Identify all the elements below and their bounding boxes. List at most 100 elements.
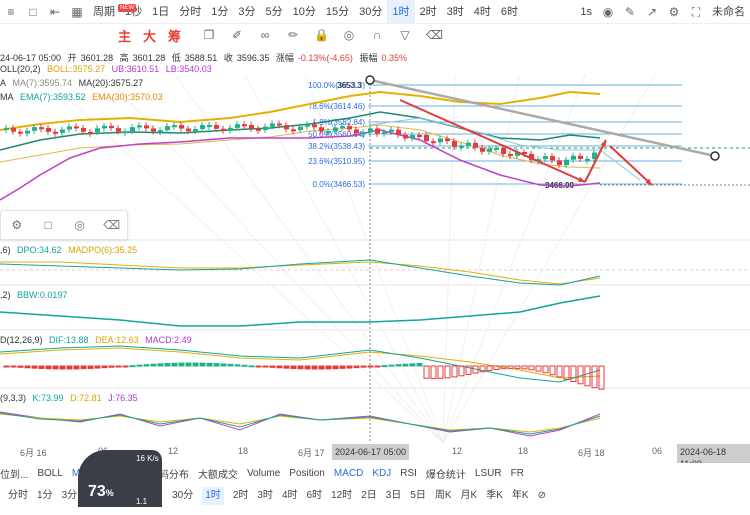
candle-body [32, 127, 37, 131]
period-bar-item[interactable]: 3分 [62, 487, 78, 505]
period-bar-item[interactable]: 1时 [202, 487, 224, 505]
da-label[interactable]: 大 [143, 26, 156, 45]
magnet-icon[interactable]: ∩ [370, 28, 384, 42]
period-item[interactable]: 10分 [288, 0, 321, 24]
download-speed: 1.1 M/s [136, 497, 149, 515]
indicator-item[interactable]: BOLL [37, 468, 63, 479]
zhu-label[interactable]: 主 [118, 26, 131, 45]
candle-body [277, 123, 282, 126]
network-gauge[interactable]: 73% 16 K/s 1.1 M/s [78, 450, 162, 515]
period-bar-item[interactable]: 3日 [386, 487, 402, 505]
multi-chart-icon[interactable]: ▦ [70, 5, 84, 19]
fullscreen-icon[interactable]: ⛶ [689, 5, 703, 19]
period-item[interactable]: 1时 [387, 0, 415, 24]
macd-bar [178, 362, 185, 367]
period-item[interactable]: 6时 [496, 0, 523, 24]
period-bar-item[interactable]: 月K [461, 487, 478, 505]
indicator-item[interactable]: FR [511, 468, 524, 479]
indicator-item[interactable]: Volume [247, 468, 280, 479]
indicator-item[interactable]: Position [289, 468, 325, 479]
indicator-item[interactable]: MACD [334, 468, 363, 479]
layout-name[interactable]: 未命名 [707, 0, 750, 24]
period-bar-item[interactable]: 30分 [172, 487, 193, 505]
eye-icon[interactable]: ◎ [342, 28, 356, 42]
camera-icon[interactable]: ◉ [601, 5, 615, 19]
macd-bar [556, 365, 563, 378]
pen-icon[interactable]: ✏ [286, 28, 300, 42]
indicator-item[interactable]: 爆仓统计 [426, 466, 466, 481]
menu-icon[interactable]: ≡ [4, 5, 18, 19]
chou-label[interactable]: 筹 [168, 26, 181, 45]
macd-bar [269, 365, 276, 368]
settings-icon[interactable]: ⚙ [9, 217, 25, 233]
filter-icon[interactable]: ▽ [398, 28, 412, 42]
candle-body [151, 128, 156, 132]
period-item[interactable]: 3分 [233, 0, 260, 24]
candle-body [165, 126, 170, 131]
calendar-icon[interactable]: □ [26, 5, 40, 19]
macd-bar [241, 364, 248, 367]
period-label[interactable]: 周期 [88, 0, 120, 24]
period-bar-item[interactable]: 4时 [282, 487, 298, 505]
candle-body [39, 127, 44, 130]
share-icon[interactable]: ↗ [645, 5, 659, 19]
macd-bar [304, 365, 311, 370]
period-bar-item[interactable]: 3时 [257, 487, 273, 505]
boll-lb: LB:3540.03 [165, 64, 212, 74]
macd-bar [122, 365, 129, 368]
period-bar-item[interactable]: 周K [435, 487, 452, 505]
ohlc-high: 3601.28 [132, 53, 166, 63]
candle-body [508, 153, 513, 156]
trash-icon[interactable]: ⌫ [103, 217, 120, 233]
ohlc-amplitude: 0.35% [381, 53, 407, 63]
period-item[interactable]: 5分 [261, 0, 288, 24]
period-bar-item[interactable]: 2时 [233, 487, 249, 505]
period-bar-item[interactable]: 12时 [331, 487, 352, 505]
indicator-item[interactable]: LSUR [475, 468, 502, 479]
candle-body [487, 148, 492, 152]
link-icon[interactable]: ∞ [258, 28, 272, 42]
period-item[interactable]: 4时 [469, 0, 496, 24]
interval-1s[interactable]: 1s [575, 0, 597, 24]
candle-body [130, 127, 135, 132]
period-bar-item[interactable]: 1分 [37, 487, 53, 505]
copy-icon[interactable]: ❐ [202, 28, 216, 42]
indicator-item[interactable]: 大额成交 [198, 466, 238, 481]
period-bar-item[interactable]: 季K [486, 487, 503, 505]
period-item[interactable]: 30分 [354, 0, 387, 24]
indicator-item[interactable]: RSI [400, 468, 417, 479]
candle-body [186, 128, 191, 132]
k-line [0, 412, 601, 435]
macd-bar [451, 365, 458, 378]
period-item[interactable]: 3时 [442, 0, 469, 24]
period-bar-item[interactable]: 6时 [307, 487, 323, 505]
lock-icon[interactable]: 🔒 [314, 28, 329, 42]
clear-icon[interactable]: ⊘ [538, 487, 546, 505]
period-item[interactable]: 2时 [415, 0, 442, 24]
gauge-percent: 73% [88, 483, 114, 500]
indicator-prefix[interactable]: 位到... [0, 466, 28, 481]
period-bar-item[interactable]: 5日 [410, 487, 426, 505]
period-item[interactable]: 分时 [174, 0, 206, 24]
ohlc-info: 24-06-17 05:00 开 3601.28 高 3601.28 低 3588.5… [0, 53, 407, 63]
macd-bar [59, 365, 66, 370]
period-bar-item[interactable]: 分时 [8, 487, 28, 505]
candle-body [452, 141, 457, 147]
period-bar-item[interactable]: 2日 [361, 487, 377, 505]
macd-bar [262, 365, 269, 368]
period-item[interactable]: 1日 [147, 0, 174, 24]
edit-icon[interactable]: ✎ [623, 5, 637, 19]
macd-bar [437, 365, 444, 379]
settings-icon[interactable]: ⚙ [667, 5, 681, 19]
brush-icon[interactable]: ✐ [230, 28, 244, 42]
macd-bar [73, 365, 80, 370]
indicator-item[interactable]: KDJ [372, 468, 391, 479]
trend-handle-start [365, 75, 375, 85]
period-item[interactable]: 15分 [321, 0, 354, 24]
eye-icon[interactable]: ◎ [72, 217, 88, 233]
lock-icon[interactable]: □ [40, 217, 56, 233]
first-page-icon[interactable]: ⇤ [48, 5, 62, 19]
trash-icon[interactable]: ⌫ [426, 28, 443, 42]
period-item[interactable]: 1分 [206, 0, 233, 24]
period-bar-item[interactable]: 年K [512, 487, 529, 505]
